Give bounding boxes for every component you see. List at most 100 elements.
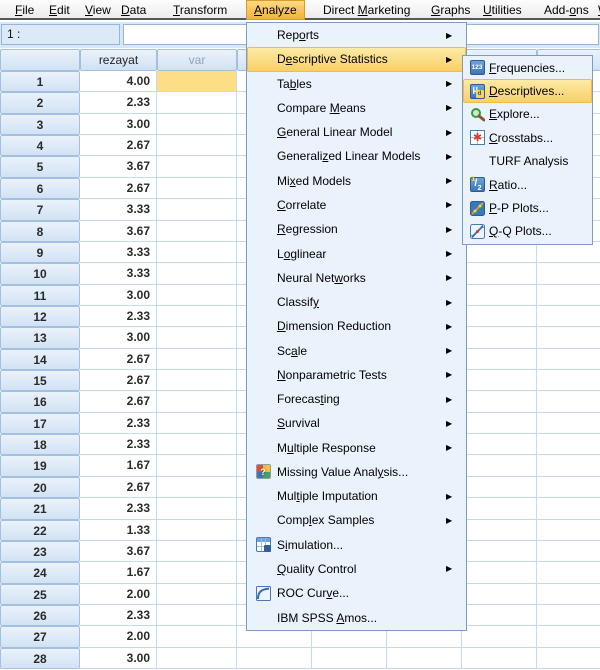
data-cell-empty[interactable] — [462, 541, 537, 562]
menubar-item-add-ons[interactable]: Add-ons — [537, 0, 596, 20]
row-header-8[interactable]: 8 — [0, 221, 80, 242]
data-cell-var-9[interactable] — [157, 242, 237, 263]
menu-item-multiple-imputation[interactable]: Multiple Imputation▶ — [247, 484, 466, 508]
data-cell-var-18[interactable] — [157, 434, 237, 455]
menu-item-descriptive-statistics[interactable]: Descriptive Statistics▶ — [247, 47, 466, 71]
row-header-13[interactable]: 13 — [0, 327, 80, 348]
data-cell-rezayat-6[interactable]: 2.67 — [80, 178, 157, 199]
menubar-item-view[interactable]: View — [78, 0, 118, 20]
data-cell-empty[interactable] — [537, 562, 600, 583]
menubar-item-data[interactable]: Data — [114, 0, 153, 20]
row-header-25[interactable]: 25 — [0, 584, 80, 605]
column-header-var[interactable]: var — [157, 49, 237, 71]
data-cell-empty[interactable] — [462, 605, 537, 626]
data-cell-empty[interactable] — [537, 413, 600, 434]
data-cell-empty[interactable] — [462, 626, 537, 647]
row-header-21[interactable]: 21 — [0, 498, 80, 519]
data-cell-rezayat-25[interactable]: 2.00 — [80, 584, 157, 605]
menu-item-regression[interactable]: Regression▶ — [247, 217, 466, 241]
data-cell-rezayat-20[interactable]: 2.67 — [80, 477, 157, 498]
menu-item-simulation[interactable]: Simulation... — [247, 533, 466, 557]
menu-item-complex-samples[interactable]: Complex Samples▶ — [247, 508, 466, 532]
menu-item-compare-means[interactable]: Compare Means▶ — [247, 96, 466, 120]
menu-item-forecasting[interactable]: Forecasting▶ — [247, 387, 466, 411]
data-cell-empty[interactable] — [462, 327, 537, 348]
data-cell-var-14[interactable] — [157, 349, 237, 370]
data-cell-empty[interactable] — [387, 648, 462, 669]
data-cell-rezayat-19[interactable]: 1.67 — [80, 455, 157, 476]
data-cell-rezayat-14[interactable]: 2.67 — [80, 349, 157, 370]
menu-item-roc-curve[interactable]: ROC Curve... — [247, 581, 466, 605]
data-cell-rezayat-28[interactable]: 3.00 — [80, 648, 157, 669]
data-cell-rezayat-8[interactable]: 3.67 — [80, 221, 157, 242]
menubar-item-file[interactable]: File — [8, 0, 41, 20]
row-header-17[interactable]: 17 — [0, 413, 80, 434]
row-header-11[interactable]: 11 — [0, 285, 80, 306]
data-cell-empty[interactable] — [462, 306, 537, 327]
menu-item-loglinear[interactable]: Loglinear▶ — [247, 241, 466, 265]
data-cell-rezayat-5[interactable]: 3.67 — [80, 156, 157, 177]
submenu-item-ratio[interactable]: 1/2Ratio... — [463, 173, 592, 196]
data-cell-var-4[interactable] — [157, 135, 237, 156]
data-cell-rezayat-15[interactable]: 2.67 — [80, 370, 157, 391]
row-header-4[interactable]: 4 — [0, 135, 80, 156]
data-cell-rezayat-21[interactable]: 2.33 — [80, 498, 157, 519]
data-cell-rezayat-24[interactable]: 1.67 — [80, 562, 157, 583]
menubar-item-transform[interactable]: Transform — [166, 0, 234, 20]
data-cell-empty[interactable] — [462, 285, 537, 306]
row-header-3[interactable]: 3 — [0, 114, 80, 135]
data-cell-var-5[interactable] — [157, 156, 237, 177]
data-cell-rezayat-9[interactable]: 3.33 — [80, 242, 157, 263]
data-cell-var-17[interactable] — [157, 413, 237, 434]
data-cell-var-22[interactable] — [157, 520, 237, 541]
menu-item-survival[interactable]: Survival▶ — [247, 411, 466, 435]
data-cell-rezayat-17[interactable]: 2.33 — [80, 413, 157, 434]
row-header-6[interactable]: 6 — [0, 178, 80, 199]
menubar-item-edit[interactable]: Edit — [42, 0, 77, 20]
menubar-item-analyze[interactable]: Analyze — [246, 0, 305, 20]
data-cell-var-2[interactable] — [157, 92, 237, 113]
data-cell-var-8[interactable] — [157, 221, 237, 242]
data-cell-empty[interactable] — [537, 648, 600, 669]
data-cell-var-23[interactable] — [157, 541, 237, 562]
data-cell-empty[interactable] — [462, 520, 537, 541]
submenu-item-crosstabs[interactable]: ✱Crosstabs... — [463, 126, 592, 149]
data-cell-empty[interactable] — [462, 455, 537, 476]
data-cell-rezayat-18[interactable]: 2.33 — [80, 434, 157, 455]
data-cell-var-13[interactable] — [157, 327, 237, 348]
row-header-28[interactable]: 28 — [0, 648, 80, 669]
data-cell-var-6[interactable] — [157, 178, 237, 199]
menu-item-nonparametric-tests[interactable]: Nonparametric Tests▶ — [247, 363, 466, 387]
row-header-19[interactable]: 19 — [0, 455, 80, 476]
menubar-item-utilities[interactable]: Utilities — [476, 0, 529, 20]
menu-item-correlate[interactable]: Correlate▶ — [247, 193, 466, 217]
submenu-item-q-q-plots[interactable]: Q-Q Plots... — [463, 220, 592, 243]
data-cell-var-26[interactable] — [157, 605, 237, 626]
row-header-16[interactable]: 16 — [0, 391, 80, 412]
menu-item-multiple-response[interactable]: Multiple Response▶ — [247, 436, 466, 460]
data-cell-empty[interactable] — [462, 584, 537, 605]
menu-item-reports[interactable]: Reports▶ — [247, 23, 466, 47]
menubar-item-direct-marketing[interactable]: Direct Marketing — [316, 0, 417, 20]
data-cell-var-27[interactable] — [157, 626, 237, 647]
data-cell-var-15[interactable] — [157, 370, 237, 391]
data-cell-empty[interactable] — [462, 434, 537, 455]
row-header-5[interactable]: 5 — [0, 156, 80, 177]
data-cell-var-11[interactable] — [157, 285, 237, 306]
data-cell-rezayat-16[interactable]: 2.67 — [80, 391, 157, 412]
row-header-9[interactable]: 9 — [0, 242, 80, 263]
data-cell-rezayat-22[interactable]: 1.33 — [80, 520, 157, 541]
data-cell-empty[interactable] — [462, 242, 537, 263]
data-cell-empty[interactable] — [537, 391, 600, 412]
data-cell-rezayat-23[interactable]: 3.67 — [80, 541, 157, 562]
menu-item-tables[interactable]: Tables▶ — [247, 72, 466, 96]
submenu-item-descriptives[interactable]: μdDescriptives... — [463, 79, 592, 102]
data-cell-var-25[interactable] — [157, 584, 237, 605]
menu-item-dimension-reduction[interactable]: Dimension Reduction▶ — [247, 314, 466, 338]
data-cell-var-24[interactable] — [157, 562, 237, 583]
data-cell-var-12[interactable] — [157, 306, 237, 327]
data-cell-rezayat-26[interactable]: 2.33 — [80, 605, 157, 626]
data-cell-rezayat-4[interactable]: 2.67 — [80, 135, 157, 156]
data-cell-var-20[interactable] — [157, 477, 237, 498]
data-cell-var-3[interactable] — [157, 114, 237, 135]
